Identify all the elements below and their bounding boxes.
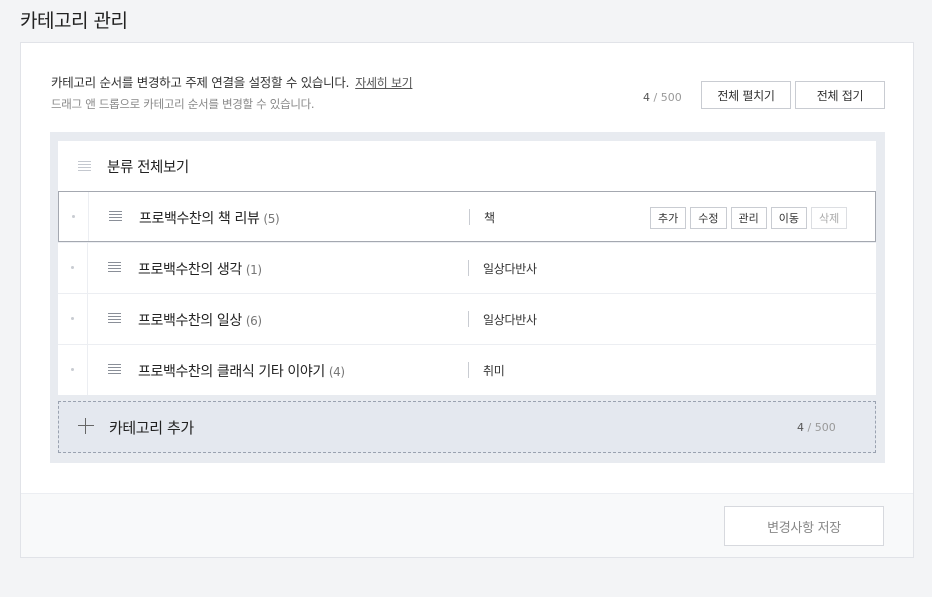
category-title: 프로백수찬의 책 리뷰 xyxy=(139,211,260,227)
drag-handle-icon[interactable] xyxy=(108,262,121,273)
category-topic: 책 xyxy=(484,211,495,225)
row-divider xyxy=(88,192,89,241)
more-link[interactable]: 자세히 보기 xyxy=(355,76,413,90)
category-topic: 일상다반사 xyxy=(483,313,537,327)
add-category-counter: 4 / 500 xyxy=(797,421,836,434)
bullet-icon xyxy=(72,215,75,218)
drag-handle-icon xyxy=(78,161,91,172)
drag-handle-icon[interactable] xyxy=(109,211,122,222)
plus-icon xyxy=(78,418,94,434)
add-counter-max: / 500 xyxy=(807,421,836,434)
add-category-button[interactable]: 카테고리 추가 4 / 500 xyxy=(58,401,876,453)
intro-subtext: 드래그 앤 드롭으로 카테고리 순서를 변경할 수 있습니다. xyxy=(51,97,315,111)
category-name: 프로백수찬의 책 리뷰 (5) xyxy=(139,208,280,228)
category-title: 프로백수찬의 클래식 기타 이야기 xyxy=(138,364,325,380)
category-name: 프로백수찬의 생각 (1) xyxy=(138,259,262,279)
category-title: 프로백수찬의 일상 xyxy=(138,313,242,329)
bullet-icon xyxy=(71,266,74,269)
category-count: (5) xyxy=(263,212,280,226)
add-counter-current: 4 xyxy=(797,421,804,434)
category-count: (6) xyxy=(245,314,262,328)
row-divider xyxy=(87,243,88,293)
intro-main-text: 카테고리 순서를 변경하고 주제 연결을 설정할 수 있습니다. xyxy=(51,75,350,90)
page-title: 카테고리 관리 xyxy=(20,10,128,32)
category-count: (4) xyxy=(328,365,345,379)
category-count: (1) xyxy=(245,263,262,277)
bullet-icon xyxy=(71,368,74,371)
category-row[interactable]: 프로백수찬의 책 리뷰 (5) 책 추가 수정 관리 이동 삭제 xyxy=(58,191,876,242)
add-button[interactable]: 추가 xyxy=(650,207,687,229)
category-topic: 취미 xyxy=(483,364,505,378)
root-label: 분류 전체보기 xyxy=(107,160,189,176)
topic-separator xyxy=(468,311,469,327)
category-name: 프로백수찬의 일상 (6) xyxy=(138,310,262,330)
intro-text: 카테고리 순서를 변경하고 주제 연결을 설정할 수 있습니다. 자세히 보기 xyxy=(51,72,413,91)
topic-separator xyxy=(468,362,469,378)
row-divider xyxy=(87,345,88,395)
category-name: 프로백수찬의 클래식 기타 이야기 (4) xyxy=(138,361,345,381)
category-row[interactable]: 프로백수찬의 일상 (6) 일상다반사 xyxy=(58,293,876,344)
drag-handle-icon[interactable] xyxy=(108,364,121,375)
topic-separator xyxy=(469,209,470,225)
tree-root[interactable]: 분류 전체보기 xyxy=(58,141,876,191)
move-button[interactable]: 이동 xyxy=(770,207,807,229)
topic-separator xyxy=(468,260,469,276)
category-tree: 분류 전체보기 프로백수찬의 책 리뷰 (5) 책 추가 수정 관리 이동 삭제 … xyxy=(50,132,885,463)
drag-handle-icon[interactable] xyxy=(108,313,121,324)
counter-current: 4 xyxy=(643,91,650,104)
panel-footer: 변경사항 저장 xyxy=(21,493,913,557)
manage-button[interactable]: 관리 xyxy=(730,207,767,229)
category-counter: 4 / 500 xyxy=(643,91,682,104)
collapse-all-button[interactable]: 전체 접기 xyxy=(795,81,885,109)
category-row[interactable]: 프로백수찬의 생각 (1) 일상다반사 xyxy=(58,242,876,293)
expand-all-button[interactable]: 전체 펼치기 xyxy=(701,81,791,109)
category-title: 프로백수찬의 생각 xyxy=(138,262,242,278)
row-divider xyxy=(87,294,88,344)
bullet-icon xyxy=(71,317,74,320)
category-topic: 일상다반사 xyxy=(483,262,537,276)
save-changes-button[interactable]: 변경사항 저장 xyxy=(724,506,884,546)
add-category-label: 카테고리 추가 xyxy=(109,419,194,437)
category-panel: 카테고리 순서를 변경하고 주제 연결을 설정할 수 있습니다. 자세히 보기 드… xyxy=(20,42,914,558)
edit-button[interactable]: 수정 xyxy=(690,207,727,229)
row-actions: 추가 수정 관리 이동 삭제 xyxy=(650,207,848,229)
counter-max: / 500 xyxy=(653,91,682,104)
category-row[interactable]: 프로백수찬의 클래식 기타 이야기 (4) 취미 xyxy=(58,344,876,395)
delete-button[interactable]: 삭제 xyxy=(811,207,848,229)
